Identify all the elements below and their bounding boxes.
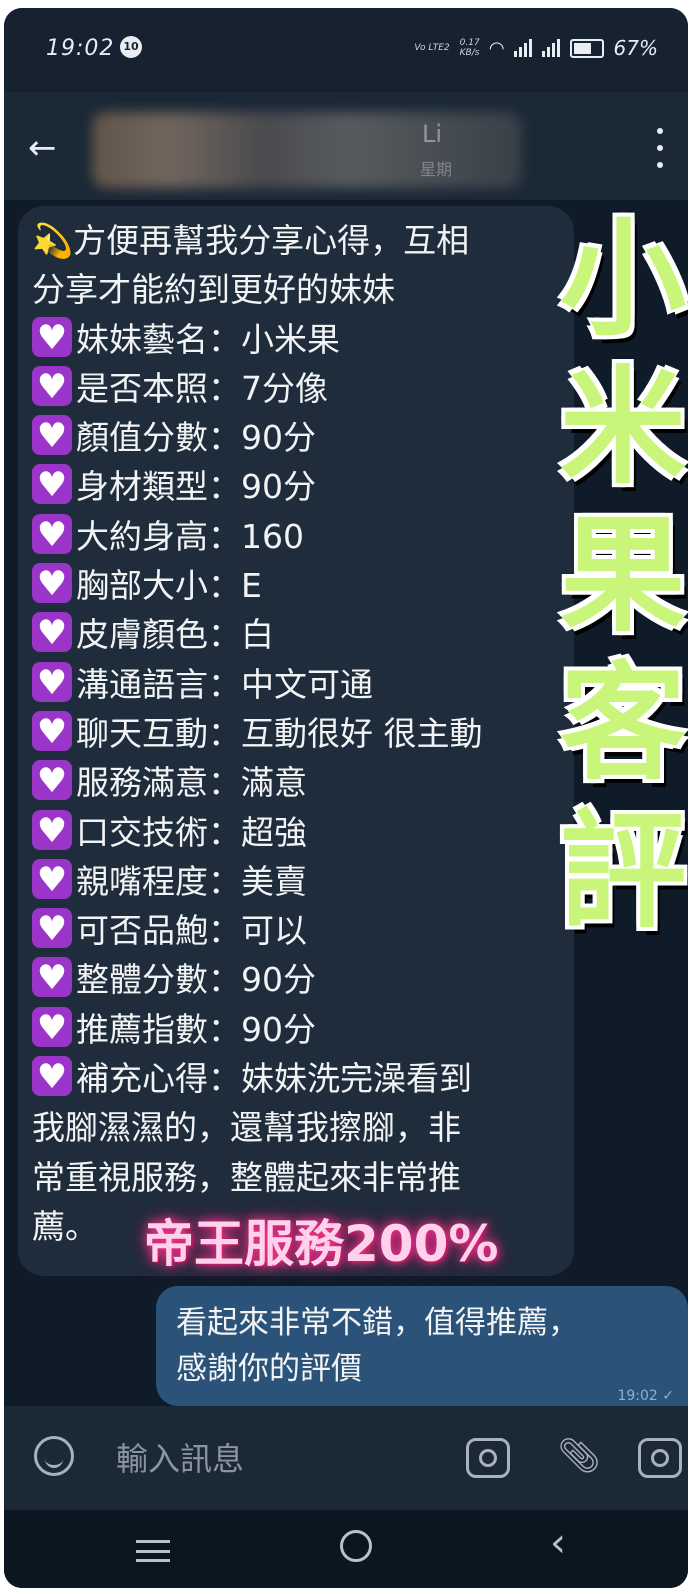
purple-heart-icon [32,316,72,357]
message-line-text: 妹妹藝名：小米果 [76,319,340,359]
attachment-icon[interactable]: 📎︎ [556,1434,602,1480]
message-line-text: 大約身高：160 [76,516,304,556]
purple-heart-icon [32,563,72,604]
outgoing-line-2: 感謝你的評價 [176,1351,362,1387]
message-line-text: 補充心得：妹妹洗完澡看到 [76,1059,472,1099]
signal-2-icon [541,39,560,57]
message-line: 口交技術：超強 [32,808,572,857]
status-time: 19:02 [46,36,115,61]
message-line: 服務滿意：滿意 [32,758,572,807]
overlay-pink-caption: 帝王服務200% [144,1215,499,1273]
message-line-text: 是否本照：7分像 [76,368,328,408]
message-line: 補充心得：妹妹洗完澡看到 [32,1054,572,1103]
contact-name[interactable]: Li [422,120,442,148]
status-right: Vo LTE2 0.17 KB/s ◠ 67% [414,36,658,60]
message-line: 親嘴程度：美賣 [32,857,572,906]
message-input-bar: 輸入訊息 📎︎ [4,1406,688,1510]
message-line: 身材類型：90分 [32,462,572,511]
volte-indicator: Vo LTE2 [414,43,450,53]
message-line-text: 整體分數：90分 [76,960,316,1000]
message-line-text: 胸部大小：E [76,566,262,606]
message-line-text: 溝通語言：中文可通 [76,664,373,704]
message-line-text: 皮膚顏色：白 [76,615,274,655]
instant-camera-icon[interactable] [638,1438,682,1478]
message-line: 常重視服務，整體起來非常推 [32,1153,572,1202]
status-bar: 19:02 10 Vo LTE2 0.17 KB/s ◠ 67% [4,8,688,92]
signal-icon [513,39,532,57]
message-line-text: 薦。 [32,1206,98,1246]
message-line: 妹妹藝名：小米果 [32,315,572,364]
back-icon[interactable]: ‹ [550,1520,566,1566]
message-line: 分享才能約到更好的妹妹 [32,265,572,314]
message-line-text: 推薦指數：90分 [76,1009,316,1049]
purple-heart-icon [32,957,72,998]
vertical-title-char: 客 [560,650,686,797]
battery-percent: 67% [613,36,658,60]
vertical-title-char: 評 [560,798,686,945]
message-line-text: 聊天互動：互動很好 很主動 [76,713,483,753]
message-line-text: 可否品鮑：可以 [76,911,307,951]
notification-badge: 10 [120,36,142,58]
vertical-title-char: 果 [560,502,686,649]
contact-status: 星期 [420,160,453,179]
purple-heart-icon [32,710,72,751]
message-line: 是否本照：7分像 [32,364,572,413]
message-line: 胸部大小：E [32,561,572,610]
purple-heart-icon [32,612,72,653]
message-input[interactable]: 輸入訊息 [116,1434,244,1480]
message-line: 聊天互動：互動很好 很主動 [32,709,572,758]
recents-icon[interactable] [136,1540,170,1562]
purple-heart-icon [32,415,72,456]
message-line-text: 顏值分數：90分 [76,418,316,458]
outgoing-message-text: 看起來非常不錯，值得推薦， 感謝你的評價 [176,1300,676,1392]
incoming-message-text: 💫方便再幫我分享心得，互相分享才能約到更好的妹妹妹妹藝名：小米果是否本照：7分像… [32,216,572,1251]
back-arrow-icon[interactable]: ← [28,128,68,168]
message-line-text: 親嘴程度：美賣 [76,861,307,901]
purple-heart-icon [32,858,72,899]
purple-heart-icon [32,809,72,850]
purple-heart-icon [32,661,72,702]
purple-heart-icon [32,908,72,949]
message-line: 我腳濕濕的，還幫我擦腳，非 [32,1103,572,1152]
message-line-text: 服務滿意：滿意 [76,763,307,803]
overlay-vertical-title: 小米果客評 [560,206,686,946]
purple-heart-icon [32,1006,72,1047]
message-line-text: 我腳濕濕的，還幫我擦腳，非 [32,1108,461,1148]
system-nav-bar: ‹ [4,1510,688,1588]
message-line-text: 分享才能約到更好的妹妹 [32,270,395,310]
message-line: 推薦指數：90分 [32,1005,572,1054]
message-line: 溝通語言：中文可通 [32,660,572,709]
camera-icon[interactable] [466,1438,510,1478]
message-line: 整體分數：90分 [32,955,572,1004]
net-speed: 0.17 KB/s [459,38,480,58]
message-line: 可否品鮑：可以 [32,906,572,955]
purple-heart-icon [32,1056,72,1097]
emoji-icon[interactable] [34,1436,74,1476]
vertical-title-char: 米 [560,354,686,501]
outgoing-line-1: 看起來非常不錯，值得推薦， [176,1305,579,1341]
message-line-text: 常重視服務，整體起來非常推 [32,1157,461,1197]
message-line: 💫方便再幫我分享心得，互相 [32,216,572,265]
message-line-text: 口交技術：超強 [76,812,307,852]
purple-heart-icon [32,365,72,406]
purple-heart-icon [32,760,72,801]
wifi-icon: ◠ [489,37,504,59]
home-icon[interactable] [340,1530,372,1562]
purple-heart-icon [32,513,72,554]
message-line-text: 身材類型：90分 [76,467,316,507]
chat-header: ← Li 星期 [4,92,688,200]
vertical-title-char: 小 [560,206,686,353]
message-time: 19:02 ✓ [617,1388,674,1404]
more-menu-icon[interactable] [654,128,666,168]
outgoing-message-bubble[interactable]: 看起來非常不錯，值得推薦， 感謝你的評價 19:02 ✓ [156,1286,688,1406]
purple-heart-icon [32,464,72,505]
battery-icon [569,38,604,58]
phone-screen: 19:02 10 Vo LTE2 0.17 KB/s ◠ 67% ← Li 星期… [4,8,688,1588]
blurred-contact-info [92,112,522,188]
message-line: 皮膚顏色：白 [32,610,572,659]
message-line-text: 💫方便再幫我分享心得，互相 [32,221,470,260]
message-line: 大約身高：160 [32,512,572,561]
message-line: 顏值分數：90分 [32,413,572,462]
